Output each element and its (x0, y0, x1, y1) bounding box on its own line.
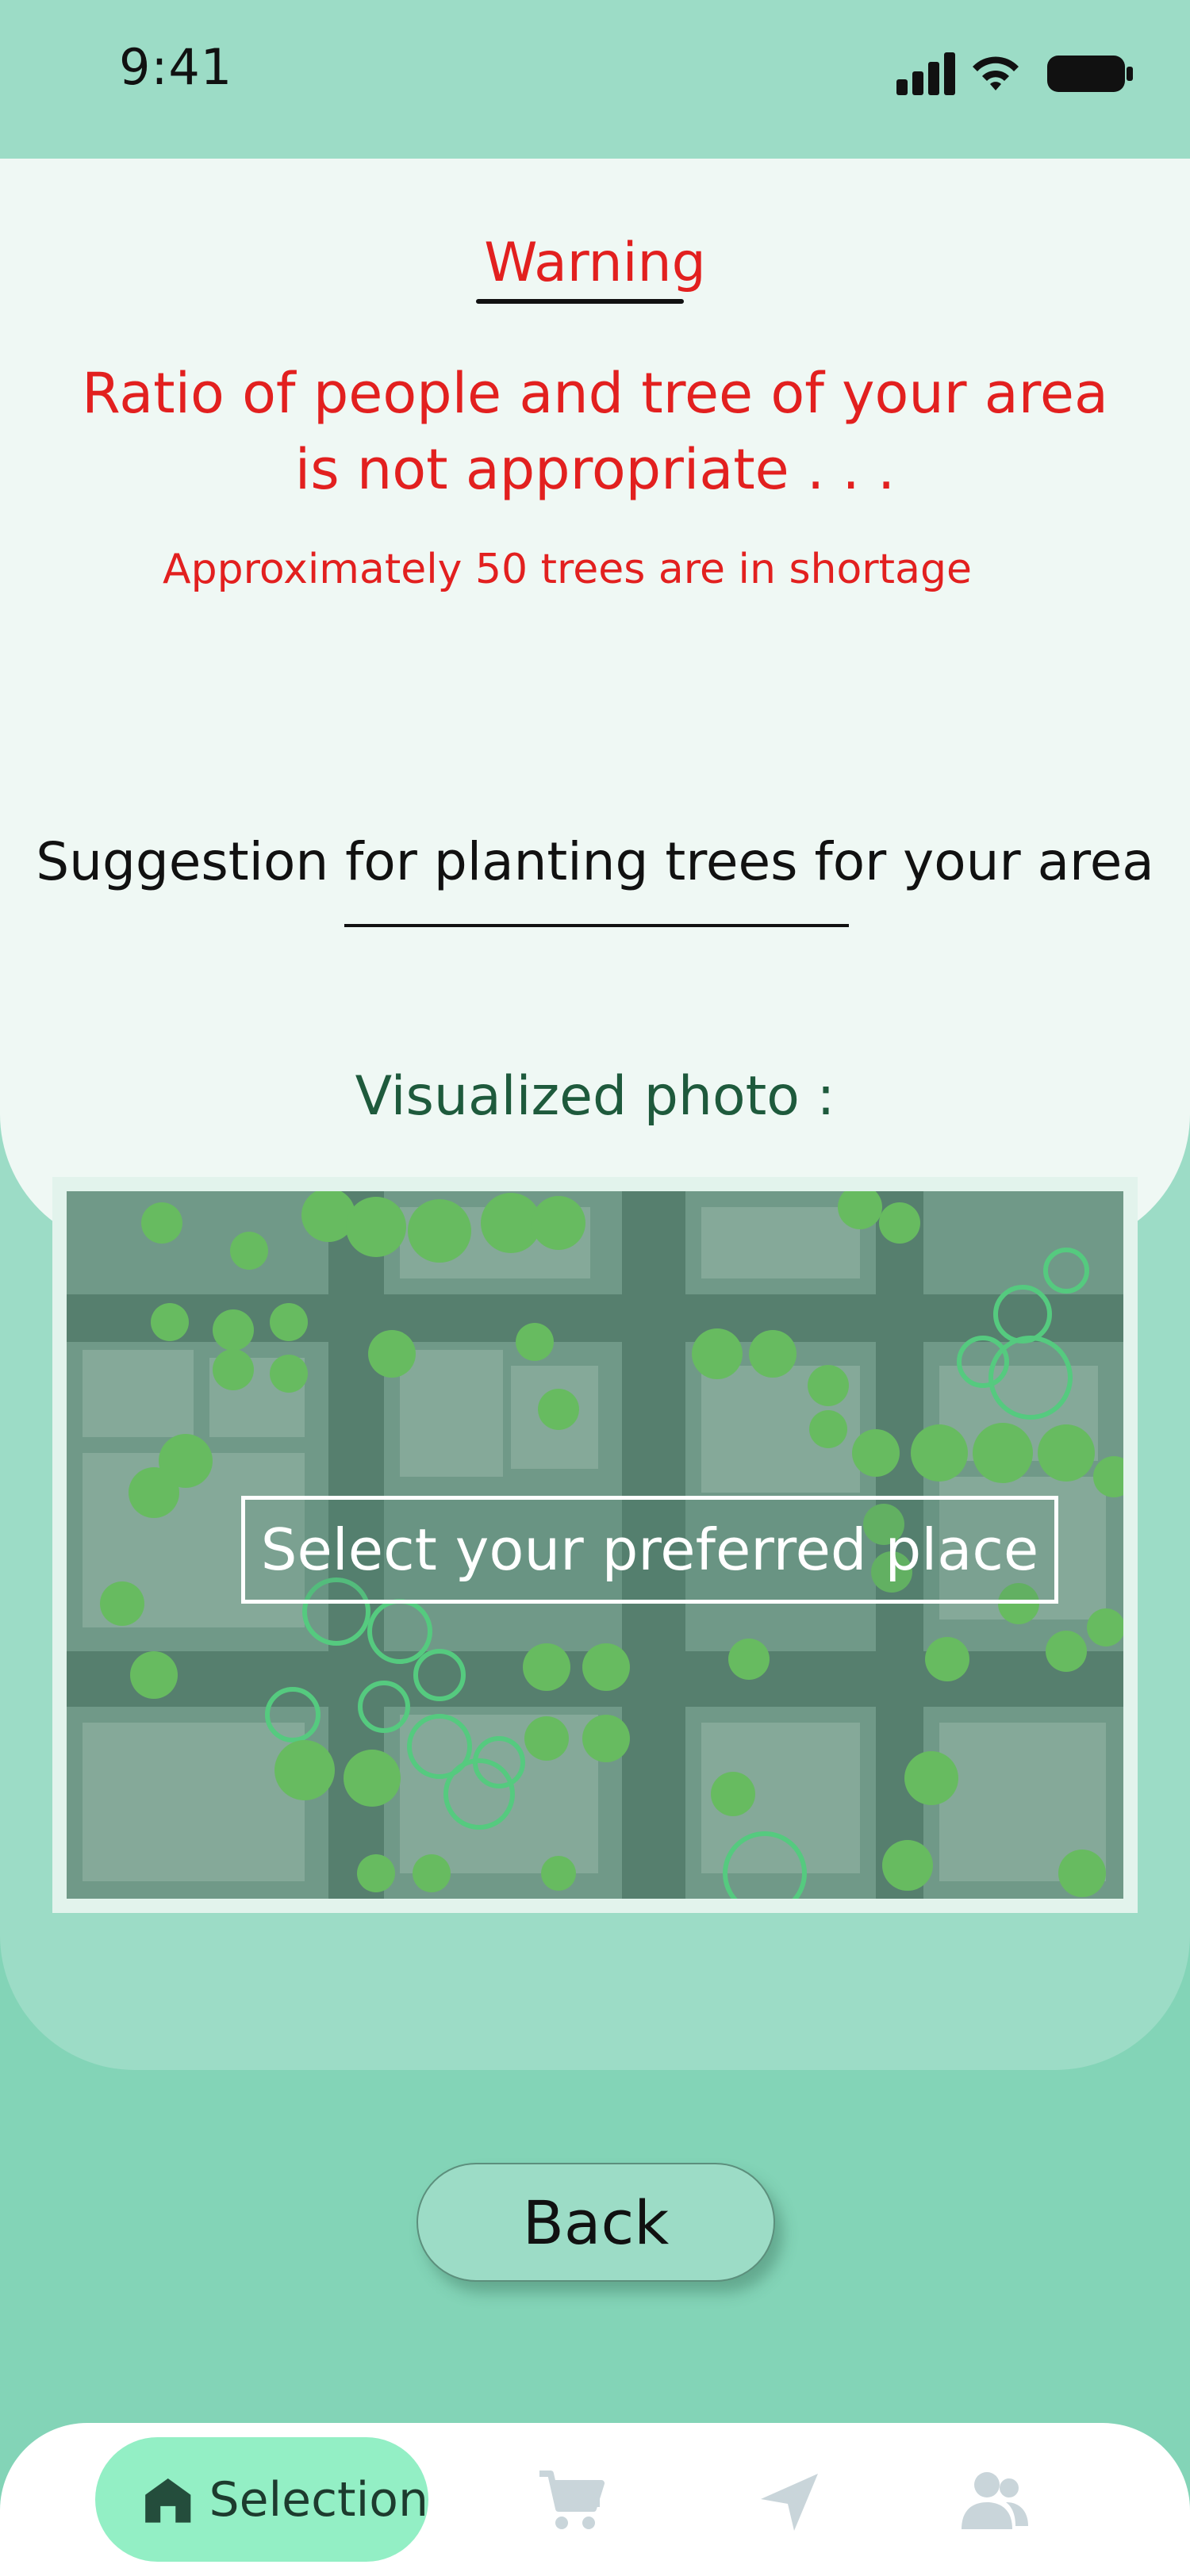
visualized-photo-label: Visualized photo : (355, 1065, 835, 1128)
bottom-nav: Selection (0, 2423, 1190, 2576)
warning-underline (476, 299, 684, 304)
warning-message: Ratio of people and tree of your area is… (82, 361, 1108, 502)
map-frame: Select your preferred place (52, 1177, 1138, 1913)
battery-icon (1047, 56, 1133, 92)
warning-title: Warning (484, 232, 706, 294)
wifi-icon (973, 56, 1019, 90)
home-icon (145, 2478, 191, 2523)
cart-icon[interactable] (538, 2469, 605, 2532)
status-time: 9:41 (119, 38, 233, 96)
visualized-map[interactable]: Select your preferred place (67, 1191, 1123, 1899)
shortage-text: Approximately 50 trees are in shortage (163, 546, 972, 593)
cellular-signal-icon (896, 52, 955, 95)
suggestion-underline (344, 924, 849, 927)
suggestion-heading: Suggestion for planting trees for your a… (36, 831, 1154, 892)
status-bar: 9:41 (0, 0, 1190, 159)
back-button[interactable]: Back (416, 2163, 775, 2282)
select-place-button[interactable]: Select your preferred place (241, 1496, 1058, 1604)
nav-item-selection[interactable]: Selection (95, 2437, 428, 2562)
users-icon[interactable] (958, 2469, 1030, 2532)
navigation-arrow-icon[interactable] (758, 2471, 821, 2534)
nav-item-label: Selection (209, 2471, 428, 2528)
